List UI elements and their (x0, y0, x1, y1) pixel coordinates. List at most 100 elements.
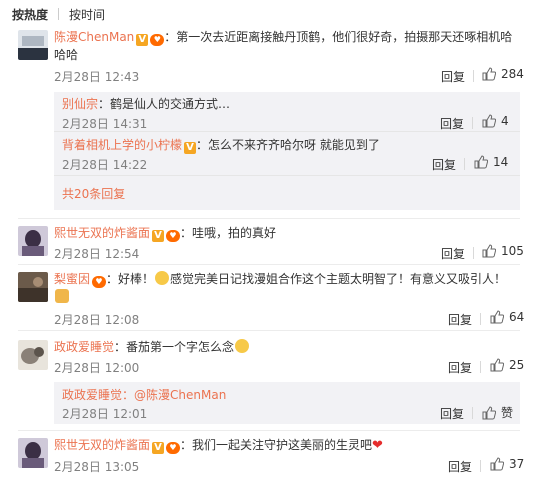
verified-badge-icon: V (184, 142, 197, 154)
comment-content-cont: 哈哈 (54, 48, 79, 62)
reply-content: ：@陈漫ChenMan (122, 388, 227, 402)
clap-emoji-icon (155, 271, 170, 285)
comment-user[interactable]: 梨蜜因 (54, 272, 90, 286)
thumb-up-icon (482, 244, 496, 258)
verified-badge-icon: V (152, 442, 165, 454)
avatar[interactable] (18, 272, 48, 302)
like-button[interactable]: 4 (482, 114, 509, 128)
divider (54, 131, 520, 132)
avatar[interactable] (18, 30, 48, 60)
reply-item: 背着相机上学的小柠檬 V ：怎么不来齐齐哈尔呀 就能见到了 2月28日 14:22 … (54, 134, 520, 172)
like-button[interactable]: 37 (490, 457, 524, 471)
sort-tabs: 按热度 按时间 (12, 6, 105, 22)
like-count: 105 (501, 244, 524, 258)
reply-button[interactable]: 回复 (441, 68, 465, 85)
divider (18, 264, 520, 265)
comment-content: ：我们一起关注守护这美丽的生灵吧 (180, 438, 373, 452)
avatar[interactable] (18, 438, 48, 468)
divider (472, 407, 473, 419)
avatar[interactable] (18, 226, 48, 256)
reply-time: 2月28日 12:01 (62, 407, 148, 421)
comment-text: 政政爱睡觉：番茄第一个字怎么念 (54, 338, 520, 356)
comment-item: 陈漫ChenMan V ♥ ：第一次去近距离接触丹顶鹤，他们很好奇，拍摄那天还啄相机哈… (0, 26, 538, 86)
like-count: 14 (493, 155, 509, 169)
comment-time: 2月28日 12:43 (54, 70, 140, 84)
like-count: 64 (509, 310, 525, 324)
like-button[interactable]: 14 (474, 155, 508, 169)
reply-button[interactable]: 回复 (440, 115, 464, 132)
comment-content-cont: 感觉完美日记找漫姐合作这个主题太明智了！有意义又吸引人！ (170, 272, 507, 286)
thumb-up-icon (490, 358, 504, 372)
divider (480, 313, 481, 325)
thumb-up-icon (482, 67, 496, 81)
verified-badge-icon: V (136, 34, 149, 46)
reply-list: 政政爱睡觉：@陈漫ChenMan 2月28日 12:01 回复 赞 (54, 382, 520, 424)
tab-divider (58, 8, 60, 20)
comment-time: 2月28日 12:00 (54, 361, 140, 375)
reply-item: 别仙宗：鹤是仙人的交通方式… 2月28日 14:31 回复 4 (54, 92, 520, 132)
reply-button[interactable]: 回复 (440, 405, 464, 422)
comment-item: 政政爱睡觉：番茄第一个字怎么念 2月28日 12:00 回复 25 (0, 332, 538, 376)
verified-badge-icon: V (152, 230, 165, 242)
fan-badge-icon: ♥ (92, 276, 107, 288)
like-label: 赞 (501, 406, 514, 420)
comment-time: 2月28日 12:08 (54, 313, 140, 327)
like-button[interactable]: 25 (490, 358, 524, 372)
reply-time: 2月28日 14:31 (62, 117, 148, 131)
reply-content: ：鹤是仙人的交通方式… (98, 97, 231, 111)
fan-badge-icon: ♥ (150, 34, 165, 46)
comment-user[interactable]: 政政爱睡觉 (54, 340, 114, 354)
comment-user[interactable]: 陈漫ChenMan (54, 30, 134, 44)
heart-emoji-icon: ❤ (372, 438, 383, 453)
reply-text: 背着相机上学的小柠檬 V ：怎么不来齐齐哈尔呀 就能见到了 (62, 136, 510, 154)
reply-user[interactable]: 别仙宗 (62, 97, 98, 111)
reply-content: ：怎么不来齐齐哈尔呀 就能见到了 (196, 138, 380, 152)
reply-button[interactable]: 回复 (448, 311, 472, 328)
comment-item: 熙世无双的炸酱面 V ♥ ：哇哦，拍的真好 2月28日 12:54 回复 105 (0, 220, 538, 264)
comment-content: ：好棒！ (106, 272, 155, 286)
thumb-up-icon (482, 114, 496, 128)
comment-content: ：哇哦，拍的真好 (180, 226, 277, 240)
like-button[interactable]: 284 (482, 67, 524, 81)
thumb-up-icon (474, 155, 488, 169)
like-count: 37 (509, 457, 525, 471)
comment-text: 梨蜜因 ♥ ：好棒！ 感觉完美日记找漫姐合作这个主题太明智了！有意义又吸引人！ (54, 270, 520, 306)
reply-button[interactable]: 回复 (432, 156, 456, 173)
fan-badge-icon: ♥ (166, 230, 181, 242)
reply-item: 政政爱睡觉：@陈漫ChenMan 2月28日 12:01 回复 赞 (54, 382, 520, 424)
reply-user[interactable]: 政政爱睡觉 (62, 388, 122, 402)
reply-button[interactable]: 回复 (448, 458, 472, 475)
thumb-up-icon (482, 405, 496, 419)
avatar[interactable] (18, 340, 48, 370)
divider (480, 361, 481, 373)
divider (473, 247, 474, 259)
like-button[interactable]: 赞 (482, 404, 513, 421)
like-count: 4 (501, 114, 509, 128)
comment-user[interactable]: 熙世无双的炸酱面 (54, 438, 150, 452)
thumb-up-icon (490, 457, 504, 471)
reply-list: 别仙宗：鹤是仙人的交通方式… 2月28日 14:31 回复 4 背着相机上学的小… (54, 92, 520, 210)
fan-badge-icon: ♥ (166, 442, 181, 454)
reply-button[interactable]: 回复 (441, 245, 465, 262)
divider (18, 330, 520, 331)
like-button[interactable]: 105 (482, 244, 524, 258)
comment-user[interactable]: 熙世无双的炸酱面 (54, 226, 150, 240)
like-count: 284 (501, 67, 524, 81)
comment-time: 2月28日 12:54 (54, 247, 140, 261)
reply-text: 别仙宗：鹤是仙人的交通方式… (62, 95, 510, 113)
comment-text: 陈漫ChenMan V ♥ ：第一次去近距离接触丹顶鹤，他们很好奇，拍摄那天还啄相机哈… (54, 28, 520, 64)
comment-item: 梨蜜因 ♥ ：好棒！ 感觉完美日记找漫姐合作这个主题太明智了！有意义又吸引人！ 2月2… (0, 266, 538, 328)
tab-time[interactable]: 按时间 (69, 6, 105, 23)
reply-time: 2月28日 14:22 (62, 158, 148, 172)
thumbs-up-emoji-icon (55, 289, 69, 303)
confused-emoji-icon (235, 339, 250, 353)
reply-button[interactable]: 回复 (448, 359, 472, 376)
divider (480, 460, 481, 472)
reply-user[interactable]: 背着相机上学的小柠檬 (62, 138, 182, 152)
like-count: 25 (509, 358, 525, 372)
more-replies-link[interactable]: 共20条回复 (62, 185, 125, 202)
comment-time: 2月28日 13:05 (54, 460, 140, 474)
divider (464, 158, 465, 170)
like-button[interactable]: 64 (490, 310, 524, 324)
tab-hot[interactable]: 按热度 (12, 6, 48, 23)
